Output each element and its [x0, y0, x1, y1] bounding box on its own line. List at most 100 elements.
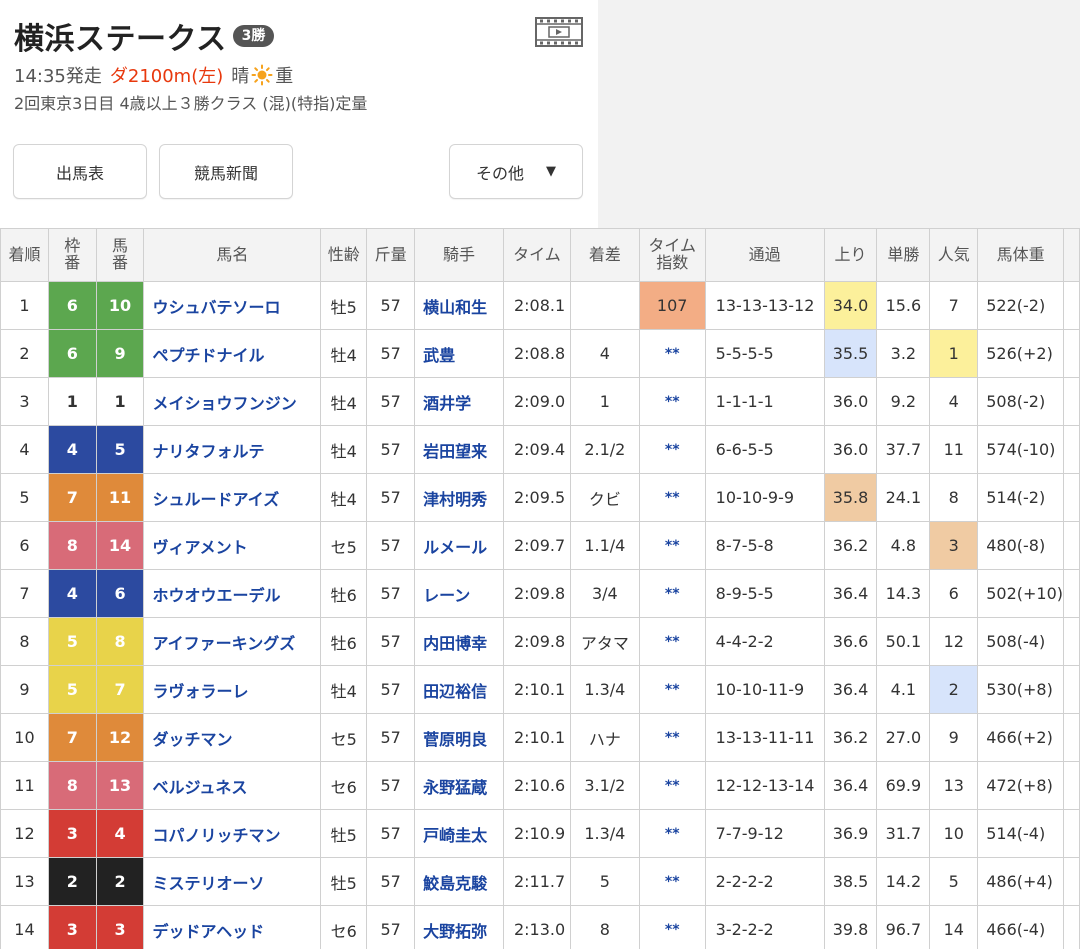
- odds-cell: 31.7: [876, 809, 931, 858]
- rank-cell: 10: [0, 713, 49, 762]
- header-rank[interactable]: 着順: [0, 228, 49, 282]
- header-passing[interactable]: 通過: [704, 228, 825, 282]
- other-menu-button[interactable]: その他 ▼: [449, 144, 583, 199]
- header-margin[interactable]: 着差: [569, 228, 640, 282]
- horse-name-link[interactable]: ウシュバテソーロ: [143, 281, 322, 330]
- popularity-cell: 5: [929, 857, 979, 906]
- carried-weight-cell: 57: [366, 425, 416, 474]
- horse-name-link[interactable]: メイショウフンジン: [143, 377, 322, 426]
- passing-cell: 3-2-2-2: [704, 905, 825, 949]
- margin-cell: クビ: [569, 473, 640, 522]
- carried-weight-cell: 57: [366, 713, 416, 762]
- passing-cell: 7-7-9-12: [704, 809, 825, 858]
- jockey-link[interactable]: 永野猛蔵: [414, 761, 504, 810]
- header-name[interactable]: 馬名: [143, 228, 322, 282]
- horse-name-link[interactable]: ラヴォラーレ: [143, 665, 322, 714]
- header-popularity[interactable]: 人気: [929, 228, 979, 282]
- header-time[interactable]: タイム: [502, 228, 571, 282]
- horse-name-link[interactable]: ホウオウエーデル: [143, 569, 322, 618]
- time-cell: 2:09.8: [502, 569, 571, 618]
- jockey-link[interactable]: 津村明秀: [414, 473, 504, 522]
- margin-cell: 1.1/4: [569, 521, 640, 570]
- jockey-link[interactable]: 戸崎圭太: [414, 809, 504, 858]
- header-weight[interactable]: 斤量: [366, 228, 416, 282]
- header-bodyweight[interactable]: 馬体重: [977, 228, 1064, 282]
- header-last3f[interactable]: 上り: [823, 228, 878, 282]
- horse-name-link[interactable]: コパノリッチマン: [143, 809, 322, 858]
- time-cell: 2:13.0: [502, 905, 571, 949]
- jockey-link[interactable]: 武豊: [414, 329, 504, 378]
- margin-cell: 1: [569, 377, 640, 426]
- extra-cell: [1063, 425, 1080, 474]
- jockey-link[interactable]: レーン: [414, 569, 504, 618]
- jockey-link[interactable]: 酒井学: [414, 377, 504, 426]
- margin-cell: [569, 281, 640, 330]
- odds-cell: 9.2: [876, 377, 931, 426]
- popularity-cell: 2: [929, 665, 979, 714]
- horse-name-link[interactable]: ナリタフォルテ: [143, 425, 322, 474]
- horse-name-link[interactable]: ヴィアメント: [143, 521, 322, 570]
- sex-age-cell: セ5: [320, 713, 368, 762]
- track-condition: 重: [275, 66, 294, 87]
- popularity-cell: 12: [929, 617, 979, 666]
- header-frame[interactable]: 枠番: [47, 228, 97, 282]
- horse-number-cell: 2: [95, 857, 145, 906]
- jockey-link[interactable]: ルメール: [414, 521, 504, 570]
- time-cell: 2:11.7: [502, 857, 571, 906]
- header-odds[interactable]: 単勝: [876, 228, 931, 282]
- header-sexage[interactable]: 性齢: [320, 228, 368, 282]
- popularity-cell: 10: [929, 809, 979, 858]
- jockey-link[interactable]: 田辺裕信: [414, 665, 504, 714]
- table-row: 6 8 14 ヴィアメント セ5 57 ルメール 2:09.7 1.1/4 ** 8-7-5-8 36…: [0, 521, 1080, 570]
- carried-weight-cell: 57: [366, 905, 416, 949]
- carried-weight-cell: 57: [366, 569, 416, 618]
- header-jockey[interactable]: 騎手: [414, 228, 504, 282]
- carried-weight-cell: 57: [366, 473, 416, 522]
- time-cell: 2:09.0: [502, 377, 571, 426]
- jockey-link[interactable]: 大野拓弥: [414, 905, 504, 949]
- time-index-cell: **: [638, 521, 706, 570]
- extra-cell: [1063, 809, 1080, 858]
- last3f-cell: 36.9: [823, 809, 878, 858]
- time-cell: 2:10.1: [502, 713, 571, 762]
- horse-name-link[interactable]: デッドアヘッド: [143, 905, 322, 949]
- horse-name-link[interactable]: ペプチドナイル: [143, 329, 322, 378]
- sex-age-cell: 牡5: [320, 809, 368, 858]
- time-cell: 2:09.4: [502, 425, 571, 474]
- race-info: 14:35発走 ダ2100m(左) 晴 重: [14, 62, 293, 88]
- jockey-link[interactable]: 菅原明良: [414, 713, 504, 762]
- popularity-cell: 4: [929, 377, 979, 426]
- last3f-cell: 36.4: [823, 665, 878, 714]
- shutsuba-button[interactable]: 出馬表: [13, 144, 147, 199]
- jockey-link[interactable]: 鮫島克駿: [414, 857, 504, 906]
- jockey-link[interactable]: 内田博幸: [414, 617, 504, 666]
- carried-weight-cell: 57: [366, 521, 416, 570]
- horse-name-link[interactable]: ミステリオーソ: [143, 857, 322, 906]
- passing-cell: 1-1-1-1: [704, 377, 825, 426]
- time-index-cell: **: [638, 761, 706, 810]
- horse-name-link[interactable]: アイファーキングズ: [143, 617, 322, 666]
- margin-cell: 1.3/4: [569, 665, 640, 714]
- margin-cell: 5: [569, 857, 640, 906]
- rank-cell: 3: [0, 377, 49, 426]
- shutsuba-button-label: 出馬表: [55, 163, 104, 183]
- carried-weight-cell: 57: [366, 377, 416, 426]
- last3f-cell: 35.5: [823, 329, 878, 378]
- horse-name-link[interactable]: シュルードアイズ: [143, 473, 322, 522]
- carried-weight-cell: 57: [366, 761, 416, 810]
- horse-name-link[interactable]: ダッチマン: [143, 713, 322, 762]
- last3f-cell: 34.0: [823, 281, 878, 330]
- jockey-link[interactable]: 横山和生: [414, 281, 504, 330]
- shinbun-button[interactable]: 競馬新聞: [159, 144, 293, 199]
- jockey-link[interactable]: 岩田望来: [414, 425, 504, 474]
- horse-name-link[interactable]: ベルジュネス: [143, 761, 322, 810]
- frame-cell: 5: [47, 665, 97, 714]
- video-icon[interactable]: [534, 16, 584, 48]
- bodyweight-cell: 514(-2): [977, 473, 1064, 522]
- passing-cell: 13-13-13-12: [704, 281, 825, 330]
- popularity-cell: 8: [929, 473, 979, 522]
- time-index-cell: **: [638, 665, 706, 714]
- sex-age-cell: セ6: [320, 905, 368, 949]
- header-time-index[interactable]: タイム 指数: [638, 228, 706, 282]
- header-num[interactable]: 馬番: [95, 228, 145, 282]
